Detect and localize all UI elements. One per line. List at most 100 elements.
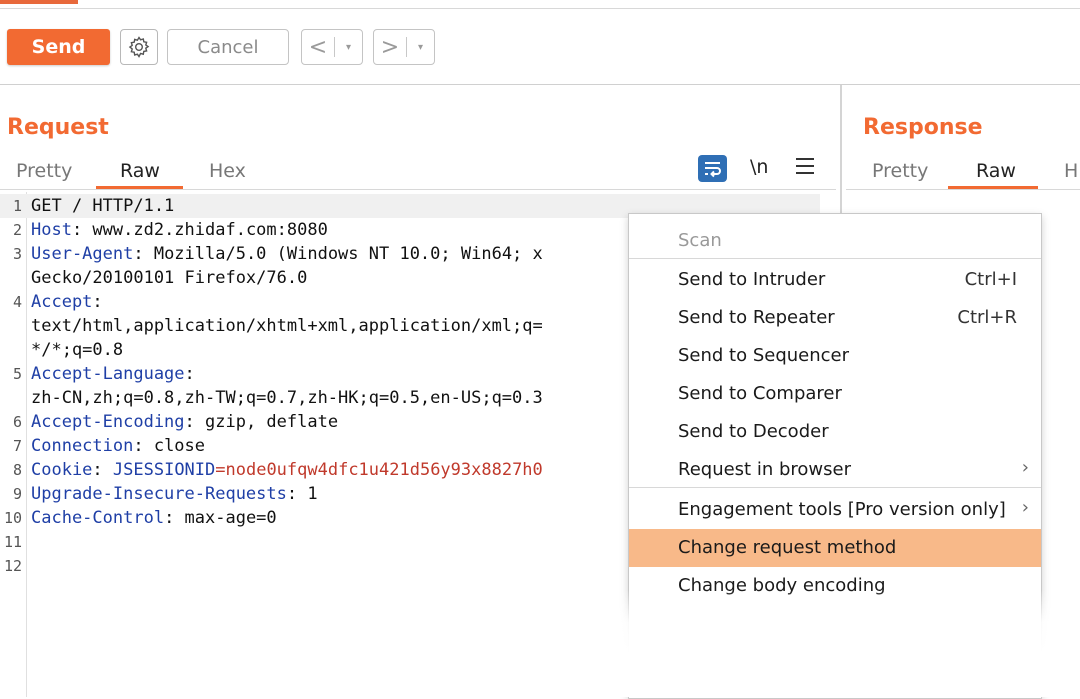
line-content: GET / HTTP/1.1	[31, 194, 174, 218]
menu-item-label: Send to Comparer	[678, 383, 842, 404]
line-number: 8	[12, 461, 22, 479]
menu-item-label: Change request method	[678, 537, 897, 558]
line-number: 1	[12, 197, 22, 215]
request-active-tab-indicator	[96, 186, 183, 189]
response-tab-raw[interactable]: Raw	[976, 160, 1016, 182]
header-name: Connection	[31, 436, 134, 456]
chevron-right-icon: ›	[1021, 497, 1029, 518]
back-dropdown-icon[interactable]: ▾	[335, 42, 362, 53]
line-content: Upgrade-Insecure-Requests: 1	[31, 482, 318, 506]
line-content: User-Agent: Mozilla/5.0 (Windows NT 10.0…	[31, 242, 543, 266]
line-content: Accept:	[31, 290, 103, 314]
menu-item-send-to-repeater[interactable]: Send to Repeater Ctrl+R	[629, 299, 1041, 337]
forward-arrow-icon[interactable]: >	[374, 35, 406, 60]
line-number: 2	[12, 221, 22, 239]
menu-item-change-request-method[interactable]: Change request method	[629, 529, 1041, 567]
header-name: Accept-Encoding	[31, 412, 185, 432]
header-value: :	[92, 460, 113, 480]
line-content: Gecko/20100101 Firefox/76.0	[31, 266, 307, 290]
header-value: GET / HTTP/1.1	[31, 196, 175, 216]
menu-item-label: Engagement tools [Pro version only]	[678, 499, 1006, 520]
header-value: :	[92, 292, 103, 312]
response-active-tab-indicator	[948, 186, 1038, 189]
back-arrow-icon[interactable]: <	[302, 35, 334, 60]
line-content: Accept-Encoding: gzip, deflate	[31, 410, 338, 434]
cookie-value: =node0ufqw4dfc1u421d56y93x8827h0	[215, 460, 543, 480]
response-pane-title: Response	[863, 115, 983, 140]
forward-history-control[interactable]: > ▾	[373, 29, 435, 65]
response-tab-separator	[846, 189, 1080, 190]
line-content: Host: www.zd2.zhidaf.com:8080	[31, 218, 328, 242]
menu-item-shortcut: Ctrl+I	[964, 269, 1017, 290]
menu-item-label: Send to Sequencer	[678, 345, 850, 366]
header-value: : Mozilla/5.0 (Windows NT 10.0; Win64; x	[133, 244, 543, 264]
header-name: Accept	[31, 292, 93, 312]
header-value: zh-CN,zh;q=0.8,zh-TW;q=0.7,zh-HK;q=0.5,e…	[31, 388, 543, 408]
toolbar: Send Cancel < ▾ > ▾	[0, 9, 1080, 85]
line-number: 9	[12, 485, 22, 503]
line-number: 4	[12, 293, 22, 311]
header-name: Accept-Language	[31, 364, 185, 384]
header-name: User-Agent	[31, 244, 134, 264]
menu-item-send-to-intruder[interactable]: Send to Intruder Ctrl+I	[629, 261, 1041, 299]
chevron-right-icon: ›	[1021, 457, 1029, 478]
request-tab-separator	[0, 189, 836, 190]
line-number: 5	[12, 365, 22, 383]
bottom-fade-overlay	[600, 590, 1080, 697]
header-value: : max-age=0	[164, 508, 277, 528]
request-tab-pretty[interactable]: Pretty	[16, 160, 72, 182]
menu-separator	[629, 487, 1041, 488]
line-content: Cookie: JSESSIONID=node0ufqw4dfc1u421d56…	[31, 458, 543, 482]
menu-item-send-to-comparer[interactable]: Send to Comparer	[629, 375, 1041, 413]
show-newlines-toggle[interactable]: \n	[750, 156, 768, 178]
hamburger-menu-icon[interactable]	[796, 158, 814, 179]
menu-item-send-to-sequencer[interactable]: Send to Sequencer	[629, 337, 1041, 375]
menu-item-scan: Scan	[629, 222, 1041, 260]
line-content: */*;q=0.8	[31, 338, 123, 362]
wrap-lines-icon	[705, 162, 721, 178]
menu-item-send-to-decoder[interactable]: Send to Decoder	[629, 413, 1041, 451]
header-value: : www.zd2.zhidaf.com:8080	[71, 220, 328, 240]
header-name: Cookie	[31, 460, 93, 480]
settings-button[interactable]	[120, 29, 158, 65]
menu-item-shortcut: Ctrl+R	[957, 307, 1017, 328]
forward-dropdown-icon[interactable]: ▾	[407, 42, 434, 53]
request-tab-hex[interactable]: Hex	[209, 160, 246, 182]
line-number: 6	[12, 413, 22, 431]
header-value: : close	[133, 436, 206, 456]
header-name: Upgrade-Insecure-Requests	[31, 484, 287, 504]
top-tab-strip	[0, 0, 1080, 9]
menu-item-request-in-browser[interactable]: Request in browser ›	[629, 451, 1041, 489]
send-button[interactable]: Send	[7, 29, 110, 65]
line-number: 11	[3, 533, 22, 551]
request-tab-raw[interactable]: Raw	[120, 160, 160, 182]
menu-item-label: Scan	[678, 230, 722, 251]
line-content: zh-CN,zh;q=0.8,zh-TW;q=0.7,zh-HK;q=0.5,e…	[31, 386, 543, 410]
gear-icon	[128, 36, 150, 58]
header-name: Host	[31, 220, 72, 240]
header-value: */*;q=0.8	[31, 340, 124, 360]
menu-item-label: Send to Intruder	[678, 269, 826, 290]
line-number: 3	[12, 245, 22, 263]
menu-item-label: Send to Repeater	[678, 307, 835, 328]
line-number: 12	[3, 557, 22, 575]
cancel-button[interactable]: Cancel	[167, 29, 289, 65]
header-value: text/html,application/xhtml+xml,applicat…	[31, 316, 543, 336]
line-content: Cache-Control: max-age=0	[31, 506, 277, 530]
menu-separator	[629, 258, 1041, 259]
menu-item-label: Send to Decoder	[678, 421, 829, 442]
header-value: :	[184, 364, 195, 384]
menu-item-label: Request in browser	[678, 459, 851, 480]
header-name: JSESSIONID	[112, 460, 216, 480]
response-tab-pretty[interactable]: Pretty	[872, 160, 928, 182]
menu-item-engagement-tools-pro-version-only[interactable]: Engagement tools [Pro version only] ›	[629, 491, 1041, 529]
header-value: : 1	[286, 484, 318, 504]
request-pane-title: Request	[7, 115, 109, 140]
header-name: Cache-Control	[31, 508, 165, 528]
active-tab-accent	[0, 0, 78, 4]
line-content: Accept-Language:	[31, 362, 195, 386]
header-value: Gecko/20100101 Firefox/76.0	[31, 268, 308, 288]
wrap-lines-button[interactable]	[698, 155, 727, 182]
back-history-control[interactable]: < ▾	[301, 29, 363, 65]
response-tab-hex[interactable]: H	[1064, 160, 1078, 182]
